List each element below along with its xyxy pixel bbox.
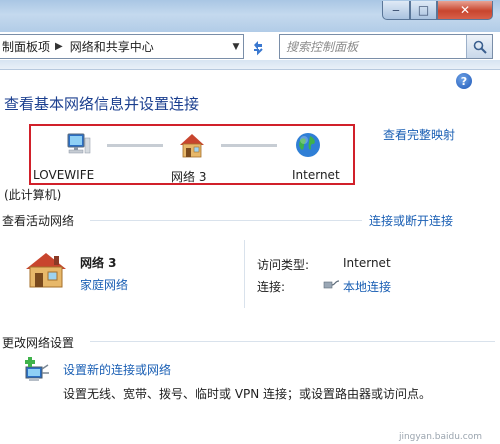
address-dropdown-icon[interactable]: ▼ — [229, 42, 243, 52]
connection-line — [107, 144, 163, 147]
computer-icon[interactable] — [62, 130, 92, 160]
breadcrumb-network-sharing-center[interactable]: 网络和共享中心 — [68, 38, 154, 55]
setup-new-connection-link[interactable]: 设置新的连接或网络 — [63, 361, 171, 378]
connection-line — [221, 144, 277, 147]
section-divider — [90, 220, 362, 221]
computer-name-label: LOVEWIFE — [33, 168, 95, 182]
help-button[interactable]: ? — [456, 73, 472, 89]
house-icon[interactable] — [177, 130, 207, 160]
refresh-button[interactable] — [246, 34, 270, 59]
active-networks-heading: 查看活动网络 — [2, 214, 75, 228]
network-type-link[interactable]: 家庭网络 — [80, 276, 128, 293]
refresh-icon — [254, 40, 263, 55]
toolbar-strip — [0, 60, 500, 70]
internet-globe-icon[interactable] — [293, 130, 323, 160]
active-network-name: 网络 3 — [80, 256, 117, 270]
access-type-value: Internet — [343, 256, 391, 270]
ethernet-connection-icon — [323, 280, 340, 289]
maximize-button[interactable]: □ — [410, 1, 437, 20]
access-type-label: 访问类型: — [257, 258, 310, 272]
view-full-map-link[interactable]: 查看完整映射 — [383, 126, 455, 143]
connect-disconnect-link[interactable]: 连接或断开连接 — [369, 212, 453, 229]
internet-label: Internet — [292, 168, 340, 182]
network-map: LOVEWIFE 网络 3 Internet — [29, 124, 355, 185]
vertical-divider — [244, 240, 245, 308]
connections-label: 连接: — [257, 280, 286, 294]
minimize-button[interactable]: ‒ — [382, 1, 410, 20]
watermark: jingyan.baidu.com — [398, 432, 482, 442]
home-network-icon[interactable] — [24, 249, 68, 289]
breadcrumb-control-panel-items[interactable]: 制面板项 — [0, 38, 50, 55]
local-connection-link[interactable]: 本地连接 — [343, 278, 391, 295]
search-input[interactable]: 搜索控制面板 — [286, 38, 358, 55]
change-settings-heading: 更改网络设置 — [2, 336, 75, 350]
network-label: 网络 3 — [171, 170, 207, 184]
page-title: 查看基本网络信息并设置连接 — [4, 95, 200, 113]
section-divider — [90, 341, 495, 342]
breadcrumb-separator-icon[interactable]: ▶ — [55, 41, 63, 52]
search-icon — [473, 40, 487, 54]
close-button[interactable]: ✕ — [437, 1, 493, 20]
search-box[interactable]: 搜索控制面板 — [279, 34, 493, 59]
setup-connection-description: 设置无线、宽带、拨号、临时或 VPN 连接；或设置路由器或访问点。 — [63, 387, 432, 401]
address-bar[interactable]: 制面板项 ▶ 网络和共享中心 ▼ — [0, 34, 244, 59]
setup-connection-icon[interactable] — [22, 357, 50, 383]
search-button[interactable] — [466, 35, 492, 58]
this-computer-label: (此计算机) — [4, 188, 62, 202]
